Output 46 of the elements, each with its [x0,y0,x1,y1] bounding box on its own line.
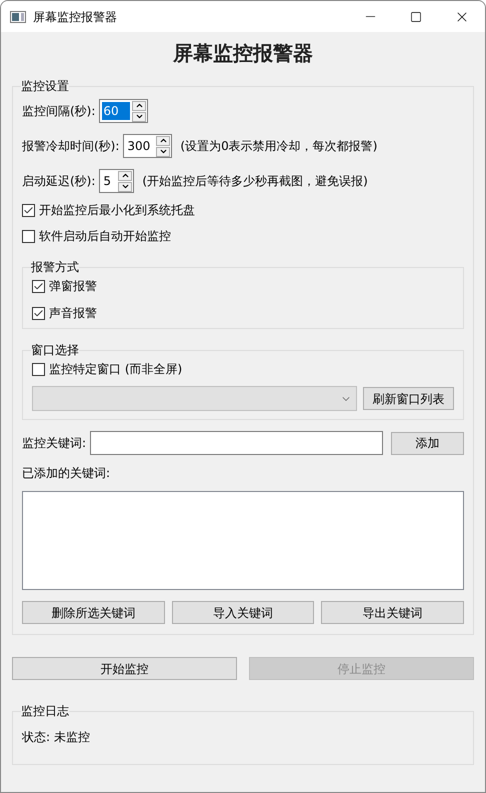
checkbox-label: 声音报警 [49,305,97,322]
checkbox[interactable] [22,230,35,242]
action-button[interactable]: 开始监控 [12,657,237,680]
checkbox[interactable] [32,362,45,376]
checkbox-label: 监控特定窗口 (而非全屏) [49,361,182,378]
app-heading: 屏幕监控报警器 [172,40,314,67]
refresh-button[interactable]: 刷新窗口列表 [363,387,454,410]
group-title: 监控设置 [21,78,69,95]
spin-down-icon[interactable] [118,182,132,192]
spin-up-icon[interactable] [156,136,170,146]
spin-box[interactable]: 60 [99,99,148,123]
list-button[interactable]: 删除所选关键词 [22,601,165,624]
spin-up-icon[interactable] [132,100,146,110]
spin-up-icon[interactable] [118,170,132,180]
hint-text: (设置为0表示禁用冷却，每次都报警) [180,138,378,155]
group-title: 窗口选择 [31,342,79,359]
spin-box[interactable]: 300 [123,134,172,158]
keyword-list[interactable] [22,491,464,590]
checkbox[interactable] [32,306,45,320]
spin-down-icon[interactable] [132,112,146,122]
keyword-field[interactable] [90,431,383,455]
field-label: 启动延迟(秒): [22,173,96,190]
checkbox-label: 弹窗报警 [49,278,97,295]
checkbox-label: 开始监控后最小化到系统托盘 [39,202,195,219]
spin-down-icon[interactable] [156,146,170,156]
app-icon [10,10,26,22]
maximize-icon[interactable] [410,10,422,22]
status-text: 状态: 未监控 [22,730,90,744]
field-label: 监控间隔(秒): [22,103,96,120]
checkbox-label: 软件启动后自动开始监控 [39,228,171,245]
spin-value: 5 [102,173,112,190]
checkbox[interactable] [22,204,35,216]
list-label: 已添加的关键词: [22,465,110,482]
add-button[interactable]: 添加 [391,432,464,454]
field-label: 报警冷却时间(秒): [22,138,120,155]
checkbox[interactable] [32,280,45,292]
field-label: 监控关键词: [22,435,86,452]
spin-value: 300 [126,138,152,155]
hint-text: (开始监控后等待多少秒再截图，避免误报) [142,173,368,190]
list-button[interactable]: 导入关键词 [172,601,314,624]
group-title: 监控日志 [21,703,69,720]
spin-value: 60 [102,102,130,120]
group-title: 报警方式 [31,259,79,276]
spin-box[interactable]: 5 [99,169,134,193]
list-button[interactable]: 导出关键词 [321,601,464,624]
window-title: 屏幕监控报警器 [33,8,117,26]
